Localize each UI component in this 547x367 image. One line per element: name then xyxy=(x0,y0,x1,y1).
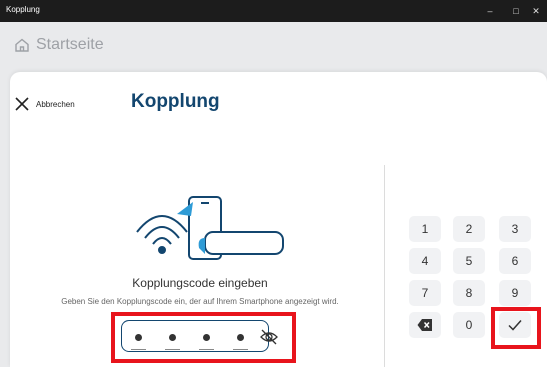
key-3[interactable]: 3 xyxy=(499,216,531,242)
minimize-button[interactable]: – xyxy=(477,0,503,22)
cancel-label: Abbrechen xyxy=(36,99,75,109)
key-0[interactable]: 0 xyxy=(453,312,485,338)
code-title: Kopplungscode eingeben xyxy=(132,276,268,290)
key-5[interactable]: 5 xyxy=(453,248,485,274)
key-2[interactable]: 2 xyxy=(453,216,485,242)
dialog-title: Kopplung xyxy=(131,91,220,112)
highlight-box-code xyxy=(111,312,296,363)
key-6[interactable]: 6 xyxy=(499,248,531,274)
close-window-button[interactable]: ✕ xyxy=(523,0,547,22)
window-titlebar: Kopplung – □ ✕ xyxy=(0,0,547,22)
key-1[interactable]: 1 xyxy=(409,216,441,242)
home-nav[interactable]: Startseite xyxy=(14,36,104,54)
phone-pairing-icon xyxy=(136,196,284,260)
backspace-button[interactable] xyxy=(409,312,441,338)
home-label: Startseite xyxy=(36,36,104,53)
key-4[interactable]: 4 xyxy=(409,248,441,274)
close-icon xyxy=(15,97,29,111)
vertical-divider xyxy=(384,165,385,367)
window-title: Kopplung xyxy=(6,5,40,14)
backspace-icon xyxy=(417,319,432,331)
highlight-box-confirm xyxy=(491,307,541,349)
home-icon xyxy=(15,38,29,52)
key-8[interactable]: 8 xyxy=(453,280,485,306)
key-9[interactable]: 9 xyxy=(499,280,531,306)
code-hint: Geben Sie den Kopplungscode ein, der auf… xyxy=(61,297,339,306)
key-7[interactable]: 7 xyxy=(409,280,441,306)
cancel-button[interactable]: Abbrechen xyxy=(14,96,75,112)
